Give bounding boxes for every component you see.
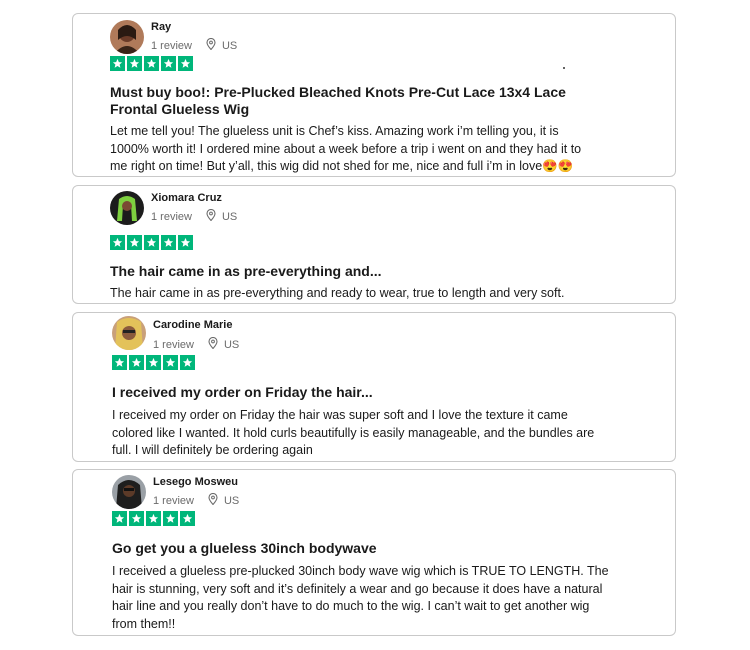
star-rating: [112, 355, 195, 370]
review-card: Lesego Mosweu 1 review US Go get you a g…: [72, 469, 676, 636]
star-icon: [129, 355, 144, 370]
reviewer-country: US: [221, 39, 238, 52]
review-card: Ray 1 review US Must buy boo!: Pre-Pluck…: [72, 13, 676, 177]
avatar[interactable]: [112, 475, 146, 509]
reviewer-meta: 1 review US: [151, 37, 238, 53]
review-title[interactable]: I received my order on Friday the hair..…: [112, 384, 612, 401]
star-icon: [146, 511, 161, 526]
review-body: I received my order on Friday the hair w…: [112, 408, 595, 457]
reviewer-meta: 1 review US: [153, 492, 240, 508]
star-icon: [178, 56, 193, 71]
star-icon: [146, 355, 161, 370]
reviewer-country: US: [221, 210, 238, 223]
star-icon: [161, 235, 176, 250]
star-rating: [112, 511, 195, 526]
star-icon: [127, 235, 142, 250]
review-count: 1 review: [153, 494, 194, 507]
review-card: Carodine Marie 1 review US I received my…: [72, 312, 676, 462]
review-body: The hair came in as pre-everything and r…: [110, 286, 565, 300]
reviewer-name[interactable]: Lesego Mosweu: [153, 476, 238, 488]
location-pin-icon: [206, 37, 216, 53]
review-count: 1 review: [151, 39, 192, 52]
review-title[interactable]: The hair came in as pre-everything and..…: [110, 263, 610, 280]
star-icon: [161, 56, 176, 71]
avatar[interactable]: [110, 191, 144, 225]
review-count: 1 review: [151, 210, 192, 223]
reviewer-meta: 1 review US: [151, 208, 238, 224]
review-title[interactable]: Must buy boo!: Pre-Plucked Bleached Knot…: [110, 84, 570, 118]
avatar[interactable]: [110, 20, 144, 54]
star-icon: [129, 511, 144, 526]
review-title[interactable]: Go get you a glueless 30inch bodywave: [112, 540, 612, 557]
reviewer-name[interactable]: Ray: [151, 21, 171, 33]
location-pin-icon: [206, 208, 216, 224]
decorative-dot: [563, 67, 565, 69]
reviewer-country: US: [223, 494, 240, 507]
star-icon: [110, 235, 125, 250]
review-body: I received a glueless pre-plucked 30inch…: [112, 564, 609, 631]
star-icon: [112, 355, 127, 370]
star-icon: [112, 511, 127, 526]
location-pin-icon: [208, 336, 218, 352]
location-pin-icon: [208, 492, 218, 508]
star-icon: [163, 355, 178, 370]
reviewer-meta: 1 review US: [153, 336, 240, 352]
review-body: Let me tell you! The glueless unit is Ch…: [110, 124, 582, 173]
star-icon: [127, 56, 142, 71]
star-icon: [180, 511, 195, 526]
star-rating: [110, 235, 193, 250]
avatar[interactable]: [112, 316, 146, 350]
star-rating: [110, 56, 193, 71]
review-card: Xiomara Cruz 1 review US The hair came i…: [72, 185, 676, 304]
review-count: 1 review: [153, 338, 194, 351]
reviewer-country: US: [223, 338, 240, 351]
star-icon: [144, 56, 159, 71]
star-icon: [110, 56, 125, 71]
star-icon: [180, 355, 195, 370]
reviewer-name[interactable]: Xiomara Cruz: [151, 192, 222, 204]
reviewer-name[interactable]: Carodine Marie: [153, 319, 232, 331]
star-icon: [144, 235, 159, 250]
star-icon: [163, 511, 178, 526]
star-icon: [178, 235, 193, 250]
